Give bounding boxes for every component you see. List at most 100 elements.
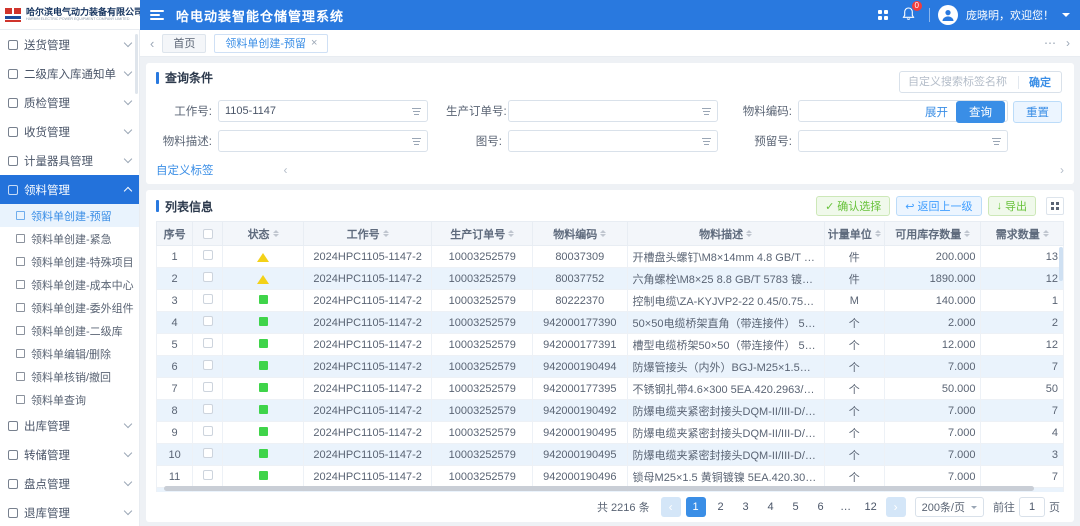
row-checkbox[interactable]: [203, 360, 213, 370]
column-header[interactable]: 物料编码: [533, 222, 628, 246]
query-input[interactable]: [509, 135, 699, 147]
fullscreen-icon[interactable]: [878, 10, 888, 20]
row-checkbox[interactable]: [203, 316, 213, 326]
sidebar-item[interactable]: 计量器具管理: [0, 146, 139, 175]
search-button[interactable]: 查询: [956, 101, 1005, 123]
table-row[interactable]: 52024HPC1105-1147-2100032525799420001773…: [157, 334, 1064, 356]
row-checkbox[interactable]: [203, 272, 213, 282]
sort-icon[interactable]: [508, 227, 514, 240]
table-row[interactable]: 82024HPC1105-1147-2100032525799420001904…: [157, 400, 1064, 422]
tag-search-input[interactable]: [900, 76, 1018, 88]
page-number[interactable]: 6: [811, 497, 831, 517]
notification-bell-icon[interactable]: 0: [902, 7, 915, 24]
sidebar-item[interactable]: 出库管理: [0, 411, 139, 440]
sort-icon[interactable]: [383, 227, 389, 240]
sidebar-subitem[interactable]: 领料单创建-预留: [0, 204, 139, 227]
tab-item[interactable]: 领料单创建-预留×: [214, 34, 328, 53]
tab-item[interactable]: 首页: [162, 34, 206, 53]
column-header[interactable]: 计量单位: [824, 222, 884, 246]
row-checkbox[interactable]: [203, 250, 213, 260]
table-row[interactable]: 72024HPC1105-1147-2100032525799420001773…: [157, 378, 1064, 400]
sidebar-item[interactable]: 领料管理: [0, 175, 139, 204]
row-checkbox[interactable]: [203, 338, 213, 348]
back-level-button[interactable]: ↩返回上一级: [896, 196, 981, 216]
query-input[interactable]: [219, 105, 409, 117]
page-number[interactable]: 2: [711, 497, 731, 517]
table-row[interactable]: 12024HPC1105-1147-21000325257980037309开槽…: [157, 246, 1064, 268]
table-row[interactable]: 112024HPC1105-1147-210003252579942000190…: [157, 466, 1064, 488]
vertical-scrollbar[interactable]: [1059, 247, 1063, 281]
column-header[interactable]: 序号: [157, 222, 193, 246]
sidebar-subitem[interactable]: 领料单创建-成本中心: [0, 273, 139, 296]
sidebar-item[interactable]: 转储管理: [0, 440, 139, 469]
sidebar-item[interactable]: 退库管理: [0, 498, 139, 526]
collapse-menu-icon[interactable]: [150, 10, 164, 20]
column-header[interactable]: [193, 222, 223, 246]
filter-icon[interactable]: [409, 138, 427, 145]
sort-icon[interactable]: [600, 227, 606, 240]
table-row[interactable]: 32024HPC1105-1147-21000325257980222370控制…: [157, 290, 1064, 312]
confirm-select-button[interactable]: ✓确认选择: [816, 196, 890, 216]
prev-page-button[interactable]: ‹: [661, 497, 681, 517]
row-checkbox[interactable]: [203, 426, 213, 436]
table-row[interactable]: 62024HPC1105-1147-2100032525799420001904…: [157, 356, 1064, 378]
row-checkbox[interactable]: [203, 470, 213, 480]
query-input[interactable]: [799, 135, 989, 147]
table-row[interactable]: 102024HPC1105-1147-210003252579942000190…: [157, 444, 1064, 466]
column-header[interactable]: 需求数量: [981, 222, 1064, 246]
tag-scroll-right-icon[interactable]: ›: [1060, 163, 1064, 177]
sidebar-subitem[interactable]: 领料单创建-委外组件: [0, 296, 139, 319]
sidebar-item[interactable]: 收货管理: [0, 117, 139, 146]
user-avatar[interactable]: [938, 5, 958, 25]
tab-forward-icon[interactable]: ›: [1066, 36, 1070, 50]
expand-link[interactable]: 展开: [925, 104, 948, 120]
page-number[interactable]: 3: [736, 497, 756, 517]
column-settings-icon[interactable]: [1046, 197, 1064, 215]
sort-icon[interactable]: [273, 227, 279, 240]
column-header[interactable]: 可用库存数量: [884, 222, 981, 246]
sidebar-scrollbar[interactable]: [135, 34, 138, 94]
page-number[interactable]: 1: [686, 497, 706, 517]
table-row[interactable]: 42024HPC1105-1147-2100032525799420001773…: [157, 312, 1064, 334]
filter-icon[interactable]: [989, 138, 1007, 145]
tag-scroll-left-icon[interactable]: ‹: [284, 163, 288, 177]
sort-icon[interactable]: [1043, 227, 1049, 240]
tag-confirm-button[interactable]: 确定: [1019, 74, 1061, 90]
table-row[interactable]: 22024HPC1105-1147-21000325257980037752六角…: [157, 268, 1064, 290]
filter-icon[interactable]: [699, 108, 717, 115]
sort-icon[interactable]: [875, 227, 881, 240]
sidebar-item[interactable]: 质检管理: [0, 88, 139, 117]
sidebar-subitem[interactable]: 领料单创建-特殊项目: [0, 250, 139, 273]
sort-icon[interactable]: [964, 227, 970, 240]
sidebar-subitem[interactable]: 领料单编辑/删除: [0, 342, 139, 365]
next-page-button[interactable]: ›: [886, 497, 906, 517]
sidebar-item[interactable]: 盘点管理: [0, 469, 139, 498]
table-row[interactable]: 92024HPC1105-1147-2100032525799420001904…: [157, 422, 1064, 444]
sidebar-subitem[interactable]: 领料单查询: [0, 388, 139, 411]
sidebar-item[interactable]: 送货管理: [0, 30, 139, 59]
page-size-select[interactable]: 200条/页: [915, 497, 984, 517]
export-button[interactable]: ↓导出: [988, 196, 1037, 216]
tab-more-icon[interactable]: ⋯: [1044, 36, 1056, 50]
filter-icon[interactable]: [409, 108, 427, 115]
sort-icon[interactable]: [746, 227, 752, 240]
column-header[interactable]: 工作号: [303, 222, 432, 246]
page-ellipsis[interactable]: …: [836, 497, 856, 517]
query-input[interactable]: [509, 105, 699, 117]
sidebar-item[interactable]: 二级库入库通知单: [0, 59, 139, 88]
row-checkbox[interactable]: [203, 294, 213, 304]
column-header[interactable]: 状态: [223, 222, 303, 246]
reset-button[interactable]: 重置: [1013, 101, 1062, 123]
user-menu-caret-icon[interactable]: [1062, 13, 1070, 21]
column-header[interactable]: 物料描述: [627, 222, 824, 246]
sidebar-subitem[interactable]: 领料单创建-紧急: [0, 227, 139, 250]
filter-icon[interactable]: [699, 138, 717, 145]
horizontal-scrollbar[interactable]: [164, 486, 1034, 491]
goto-page-input[interactable]: [1019, 497, 1045, 517]
custom-tag-link[interactable]: 自定义标签: [156, 162, 214, 178]
page-number[interactable]: 12: [861, 497, 881, 517]
row-checkbox[interactable]: [203, 404, 213, 414]
column-header[interactable]: 生产订单号: [432, 222, 533, 246]
row-checkbox[interactable]: [203, 382, 213, 392]
sidebar-subitem[interactable]: 领料单核销/撤回: [0, 365, 139, 388]
